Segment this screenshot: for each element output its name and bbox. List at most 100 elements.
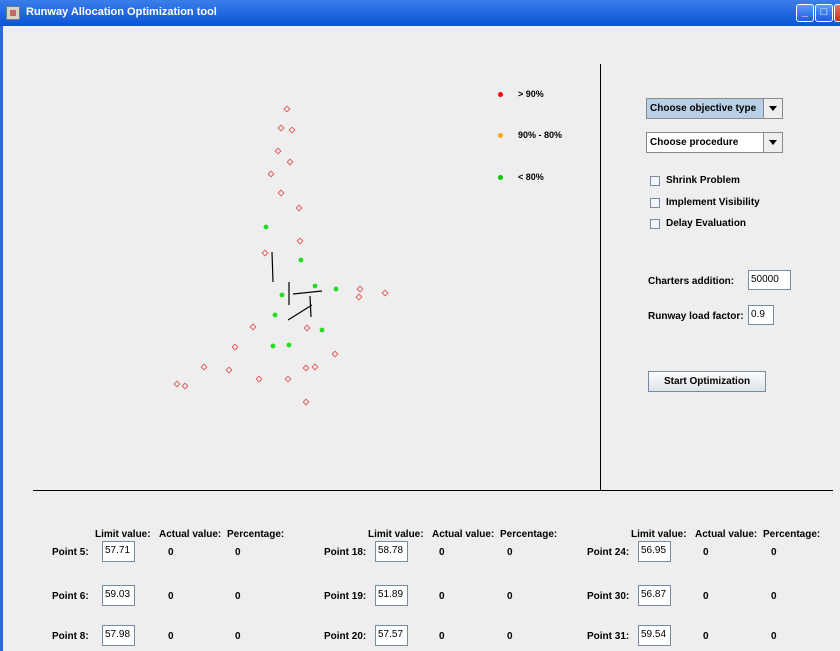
- waypoint-marker-low: [319, 327, 325, 333]
- charters-addition-input[interactable]: 50000: [748, 270, 791, 290]
- point-label: Point 18:: [324, 547, 367, 558]
- waypoint-marker: [277, 189, 285, 197]
- point-label: Point 24:: [587, 547, 630, 558]
- waypoint-marker: [284, 375, 292, 383]
- start-optimization-button[interactable]: Start Optimization: [648, 371, 766, 392]
- limit-value-input[interactable]: 56.95: [638, 541, 671, 562]
- actual-header: Actual value:: [695, 529, 758, 540]
- waypoint-marker-low: [312, 283, 318, 289]
- checkbox-box[interactable]: [650, 198, 660, 208]
- runway-line: [292, 290, 323, 295]
- actual-value: 0: [703, 631, 709, 642]
- percentage-value: 0: [507, 631, 513, 642]
- limit-value-input[interactable]: 59.54: [638, 625, 671, 646]
- chevron-down-icon: [763, 99, 782, 118]
- point-label: Point 31:: [587, 631, 630, 642]
- limit-header: Limit value:: [368, 529, 424, 540]
- shrink-problem-label: Shrink Problem: [666, 175, 740, 186]
- limit-value-input[interactable]: 57.57: [375, 625, 408, 646]
- percentage-value: 0: [235, 591, 241, 602]
- percentage-header: Percentage:: [763, 529, 821, 540]
- runway-load-factor-input[interactable]: 0.9: [748, 305, 774, 325]
- procedure-combo[interactable]: Choose procedure: [646, 132, 783, 153]
- actual-value: 0: [439, 631, 445, 642]
- percentage-header: Percentage:: [500, 529, 558, 540]
- waypoint-marker: [288, 126, 296, 134]
- percentage-value: 0: [771, 547, 777, 558]
- limit-value-input[interactable]: 51.89: [375, 585, 408, 606]
- checkbox-box[interactable]: [650, 176, 660, 186]
- implement-visibility-label: Implement Visibility: [666, 197, 760, 208]
- waypoint-marker: [355, 293, 363, 301]
- percentage-value: 0: [507, 547, 513, 558]
- percentage-value: 0: [771, 631, 777, 642]
- minimize-button[interactable]: _: [796, 4, 814, 22]
- waypoint-marker: [302, 364, 310, 372]
- horizontal-divider: [33, 490, 833, 491]
- limit-header: Limit value:: [95, 529, 151, 540]
- waypoint-marker: [225, 366, 233, 374]
- actual-value: 0: [168, 631, 174, 642]
- objective-type-label: Choose objective type: [650, 103, 757, 114]
- waypoint-marker: [311, 363, 319, 371]
- waypoint-marker-low: [298, 257, 304, 263]
- waypoint-marker: [286, 158, 294, 166]
- actual-header: Actual value:: [159, 529, 222, 540]
- waypoint-marker: [249, 323, 257, 331]
- objective-type-combo[interactable]: Choose objective type: [646, 98, 783, 119]
- runway-line: [271, 251, 274, 283]
- actual-header: Actual value:: [432, 529, 495, 540]
- waypoint-marker: [200, 363, 208, 371]
- waypoint-marker: [283, 105, 291, 113]
- chevron-down-icon: [763, 133, 782, 152]
- window-title: Runway Allocation Optimization tool: [26, 6, 217, 18]
- title-bar: Runway Allocation Optimization tool _ □ …: [0, 0, 840, 26]
- runway-map: [173, 105, 389, 406]
- waypoint-marker: [267, 170, 275, 178]
- waypoint-marker: [173, 380, 181, 388]
- percentage-value: 0: [235, 631, 241, 642]
- percentage-value: 0: [771, 591, 777, 602]
- waypoint-marker-low: [272, 312, 278, 318]
- waypoint-marker: [302, 398, 310, 406]
- waypoint-marker: [331, 350, 339, 358]
- runway-line: [309, 295, 312, 318]
- waypoint-marker: [181, 382, 189, 390]
- waypoint-marker: [274, 147, 282, 155]
- actual-value: 0: [439, 591, 445, 602]
- waypoint-marker: [277, 124, 285, 132]
- limit-value-input[interactable]: 59.03: [102, 585, 135, 606]
- actual-value: 0: [168, 591, 174, 602]
- waypoint-marker: [231, 343, 239, 351]
- checkbox-box[interactable]: [650, 219, 660, 229]
- waypoint-marker: [381, 289, 389, 297]
- legend-dot-mid: [498, 133, 503, 138]
- legend-dot-high: [498, 92, 503, 97]
- runway-load-factor-label: Runway load factor:: [648, 311, 744, 322]
- actual-value: 0: [703, 591, 709, 602]
- limit-value-input[interactable]: 58.78: [375, 541, 408, 562]
- waypoint-marker: [296, 237, 304, 245]
- point-label: Point 8:: [52, 631, 89, 642]
- limit-value-input[interactable]: 56.87: [638, 585, 671, 606]
- close-button[interactable]: X: [834, 4, 840, 22]
- limit-value-input[interactable]: 57.98: [102, 625, 135, 646]
- procedure-label: Choose procedure: [650, 137, 739, 148]
- waypoint-marker-low: [286, 342, 292, 348]
- percentage-value: 0: [235, 547, 241, 558]
- waypoint-marker: [255, 375, 263, 383]
- legend-dot-low: [498, 175, 503, 180]
- actual-value: 0: [168, 547, 174, 558]
- actual-value: 0: [703, 547, 709, 558]
- waypoint-marker-low: [279, 292, 285, 298]
- percentage-header: Percentage:: [227, 529, 285, 540]
- limit-value-input[interactable]: 57.71: [102, 541, 135, 562]
- charters-addition-label: Charters addition:: [648, 276, 735, 287]
- maximize-button[interactable]: □: [815, 4, 833, 22]
- waypoint-marker: [295, 204, 303, 212]
- waypoint-marker-low: [333, 286, 339, 292]
- waypoint-marker-low: [263, 224, 269, 230]
- app-icon: [6, 6, 20, 20]
- point-label: Point 30:: [587, 591, 630, 602]
- vertical-divider: [600, 64, 601, 491]
